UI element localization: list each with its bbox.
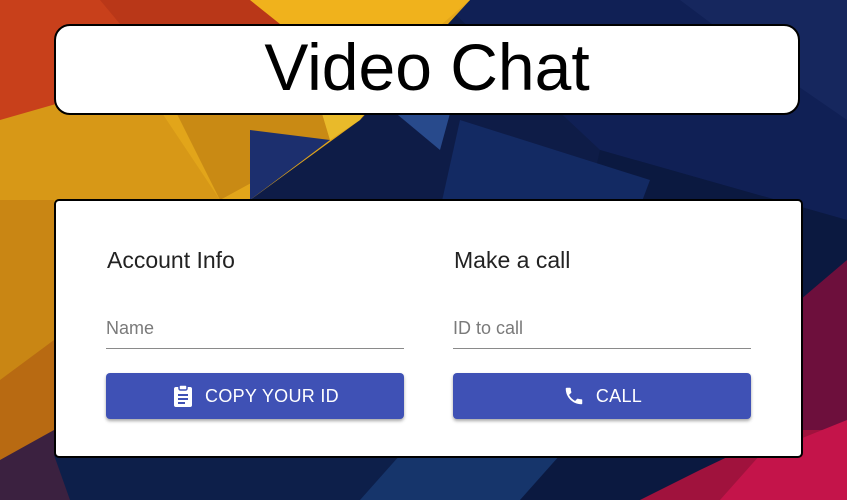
make-call-heading: Make a call	[454, 247, 571, 273]
app-title: Video Chat	[264, 29, 590, 104]
call-label: CALL	[595, 385, 643, 406]
call-button[interactable]: CALL	[453, 373, 751, 419]
main-panel: Account Info COPY YOUR ID Ma	[54, 199, 803, 458]
clipboard-icon	[171, 384, 195, 408]
name-input[interactable]	[106, 313, 404, 343]
copy-your-id-label: COPY YOUR ID	[205, 385, 339, 406]
account-info-heading: Account Info	[107, 247, 235, 273]
title-banner: Video Chat	[54, 24, 800, 115]
name-field[interactable]	[106, 313, 404, 349]
id-to-call-field[interactable]	[453, 313, 751, 349]
id-to-call-input[interactable]	[453, 313, 751, 343]
phone-icon	[562, 384, 586, 408]
app-window: Video Chat Account Info COPY YOUR	[0, 0, 847, 500]
copy-your-id-button[interactable]: COPY YOUR ID	[106, 373, 404, 419]
